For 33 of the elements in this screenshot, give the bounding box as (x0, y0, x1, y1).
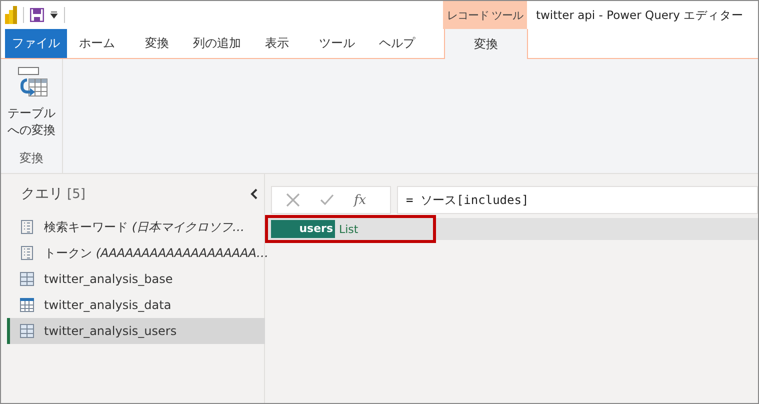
ribbon-tab[interactable]: ファイル (5, 29, 67, 58)
save-icon[interactable] (30, 8, 44, 22)
table-icon (20, 298, 34, 312)
function-icon[interactable]: fx (354, 192, 366, 208)
field-value[interactable]: List (335, 222, 358, 236)
formula-field[interactable]: = ソース[includes] (397, 186, 758, 214)
context-tab-group: レコード ツール (443, 1, 527, 29)
ribbon-tab[interactable]: 列の追加 (187, 29, 247, 58)
query-item[interactable]: twitter_analysis_users (7, 318, 265, 344)
ribbon-tab[interactable]: 変換 (127, 29, 187, 58)
ribbon-tab[interactable]: ホーム (67, 29, 127, 58)
ribbon-tab[interactable]: 表示 (247, 29, 307, 58)
ribbon-tab[interactable]: ヘルプ (367, 29, 427, 58)
collapse-icon[interactable] (250, 188, 258, 200)
ribbon-tab[interactable]: 変換 (444, 29, 528, 59)
table-icon (20, 272, 34, 286)
query-count: [5] (67, 186, 86, 202)
group-label: 変換 (20, 150, 44, 167)
queries-title: クエリ (21, 185, 63, 203)
parameter-icon (20, 246, 34, 260)
check-icon[interactable] (320, 194, 334, 206)
table-icon (20, 324, 34, 338)
app-logo-icon (5, 6, 17, 24)
query-item[interactable]: 検索キーワード (日本マイクロソフ… (7, 214, 265, 240)
query-item[interactable]: トークン (AAAAAAAAAAAAAAAAAAA… (7, 240, 265, 266)
field-name: users (271, 220, 335, 238)
to-table-button[interactable]: テーブル への変換 (6, 65, 58, 142)
ribbon-tab[interactable]: ツール (307, 29, 367, 58)
parameter-icon (20, 220, 34, 234)
query-item[interactable]: twitter_analysis_data (7, 292, 265, 318)
window-title: twitter api - Power Query エディター (535, 8, 745, 22)
query-item[interactable]: twitter_analysis_base (7, 266, 265, 292)
dropdown-icon[interactable] (50, 11, 58, 19)
